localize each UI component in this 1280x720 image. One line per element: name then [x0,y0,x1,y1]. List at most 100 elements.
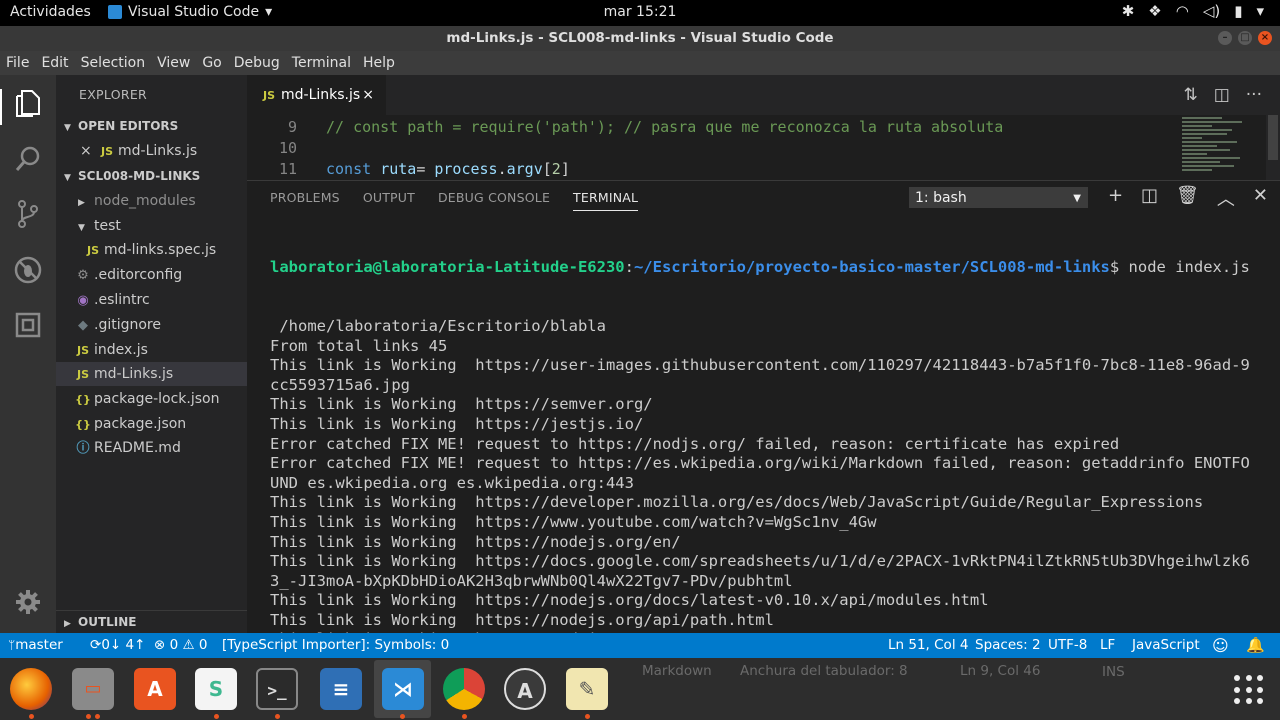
split-editor-icon[interactable]: ◫ [1214,85,1230,105]
tree-item-gitignore[interactable]: ◆ .gitignore [56,313,247,337]
cursor-position[interactable]: Ln 51, Col 4 [888,633,968,658]
trash-icon[interactable]: 🗑 [1176,185,1199,211]
menu-file[interactable]: File [6,55,29,71]
tree-item-md-links-spec[interactable]: JS md-links.spec.js [56,238,247,262]
volume-icon[interactable]: ◁) [1203,2,1220,20]
wifi-icon[interactable]: ◠ [1176,2,1189,20]
tree-item-package-json[interactable]: {} package.json [56,412,247,436]
debug-icon[interactable] [12,255,44,287]
tree-item-label: md-links.spec.js [104,242,217,258]
files-icon[interactable]: ▭ [72,668,114,710]
end-of-line[interactable]: LF [1100,633,1115,658]
tree-item-package-lock[interactable]: {} package-lock.json [56,387,247,411]
chevron-down-icon: ▼ [64,173,71,183]
tree-item-test[interactable]: ▼ test [56,214,247,238]
tree-item-label: .editorconfig [94,267,183,283]
show-applications-icon[interactable] [1234,675,1264,705]
line-number: 11 [278,160,297,178]
problems-status[interactable]: ⊗ 0 ⚠ 0 [154,633,208,658]
branch-status[interactable]: ᛘmaster [8,633,63,658]
editor-scrollbar[interactable] [1266,115,1280,180]
tree-item-readme[interactable]: ⓘ README.md [56,436,247,460]
gear-icon[interactable] [12,589,44,621]
ghost-language: Markdown [642,663,712,679]
slack-icon[interactable]: S [195,668,237,710]
battery-icon[interactable]: ▮ [1234,2,1242,20]
chevron-down-icon[interactable]: ▾ [1256,2,1264,20]
dropbox-tray-icon[interactable]: ❖ [1148,2,1161,20]
tree-item-node-modules[interactable]: ▶ node_modules [56,189,247,213]
open-editor-item[interactable]: × JS md-Links.js [56,139,247,163]
close-icon[interactable]: × [80,139,98,163]
tab-debug-console[interactable]: DEBUG CONSOLE [438,190,550,211]
firefox-icon[interactable] [10,668,52,710]
terminal-output[interactable]: laboratoria@laboratoria-Latitude-E6230:~… [270,219,1260,707]
close-panel-icon[interactable]: ✕ [1253,185,1268,211]
smiley-icon[interactable]: ☺ [1212,633,1229,658]
tree-item-eslintrc[interactable]: ◉ .eslintrc [56,288,247,312]
menu-debug[interactable]: Debug [234,55,280,71]
app-menu[interactable]: Visual Studio Code ▾ [108,4,272,20]
code-token: 2 [551,160,561,178]
terminal-icon[interactable]: >_ [256,668,298,710]
open-editors-section[interactable]: ▼ OPEN EDITORS [56,115,247,137]
menu-view[interactable]: View [157,55,190,71]
chrome-icon[interactable] [443,668,485,710]
tree-item-editorconfig[interactable]: ⚙ .editorconfig [56,263,247,287]
extensions-icon[interactable] [12,311,44,343]
menu-edit[interactable]: Edit [41,55,68,71]
minimize-button[interactable]: – [1218,31,1232,45]
menu-go[interactable]: Go [202,55,221,71]
code-editor[interactable]: 9 // const path = require('path'); // pas… [247,115,1280,180]
tab-md-links-js[interactable]: JS md-Links.js × [247,75,386,115]
tree-item-md-links-js[interactable]: JS md-Links.js [56,362,247,386]
software-updater-icon[interactable]: A [504,668,546,710]
activities-button[interactable]: Actividades [10,4,91,20]
code-line[interactable]: 9 // const path = require('path'); // pas… [247,117,1280,138]
minimap[interactable] [1178,115,1266,180]
terminal-line: This link is Working https://docs.google… [270,552,1250,571]
software-center-icon[interactable]: A [134,668,176,710]
writer-icon[interactable]: ≡ [320,668,362,710]
vscode-icon[interactable]: ⋊ [382,668,424,710]
bell-icon[interactable]: 🔔 [1246,633,1265,658]
source-control-icon[interactable] [12,199,44,231]
menu-help[interactable]: Help [363,55,395,71]
project-section[interactable]: ▼ SCL008-MD-LINKS [56,165,247,187]
code-line[interactable]: 11 const ruta= process.argv[2] [247,159,1280,180]
tab-output[interactable]: OUTPUT [363,190,415,211]
search-icon[interactable] [12,145,44,177]
error-icon: ⊗ [154,637,166,653]
close-tab-icon[interactable]: × [362,75,374,115]
info-icon: ⓘ [76,441,90,456]
encoding[interactable]: UTF-8 [1048,633,1087,658]
slack-tray-icon[interactable]: ✱ [1122,2,1135,20]
more-actions-icon[interactable]: ··· [1246,85,1262,105]
new-terminal-icon[interactable]: + [1108,185,1123,211]
indentation[interactable]: Spaces: 2 [975,633,1041,658]
menu-selection[interactable]: Selection [81,55,146,71]
chevron-up-icon[interactable]: ︿ [1217,185,1235,211]
terminal-select[interactable]: 1: bash ▼ [909,187,1088,208]
terminal-line: This link is Working https://www.youtube… [270,512,877,531]
code-line[interactable]: 10 [247,138,1280,159]
close-window-button[interactable]: × [1258,31,1272,45]
open-changes-icon[interactable]: ⇅ [1183,85,1197,105]
tree-item-index-js[interactable]: JS index.js [56,338,247,362]
sync-status[interactable]: ⟳0↓ 4↑ [90,633,145,658]
outline-section[interactable]: ▶ OUTLINE [56,610,247,632]
menu-terminal[interactable]: Terminal [292,55,351,71]
prompt-user: laboratoria@laboratoria-Latitude-E6230 [270,258,625,277]
running-indicator [462,714,467,719]
maximize-button[interactable]: □ [1238,31,1252,45]
text-editor-icon[interactable]: ✎ [566,668,608,710]
tab-terminal[interactable]: TERMINAL [573,190,639,211]
explorer-icon[interactable] [12,89,44,121]
scrollbar-thumb[interactable] [1268,115,1278,160]
prompt-command: $ node index.js [1109,258,1250,277]
code-token: argv [506,160,543,178]
typescript-importer-status[interactable]: [TypeScript Importer]: Symbols: 0 [222,633,449,658]
language-mode[interactable]: JavaScript [1132,633,1200,658]
tab-problems[interactable]: PROBLEMS [270,190,340,211]
split-terminal-icon[interactable]: ◫ [1141,185,1158,211]
